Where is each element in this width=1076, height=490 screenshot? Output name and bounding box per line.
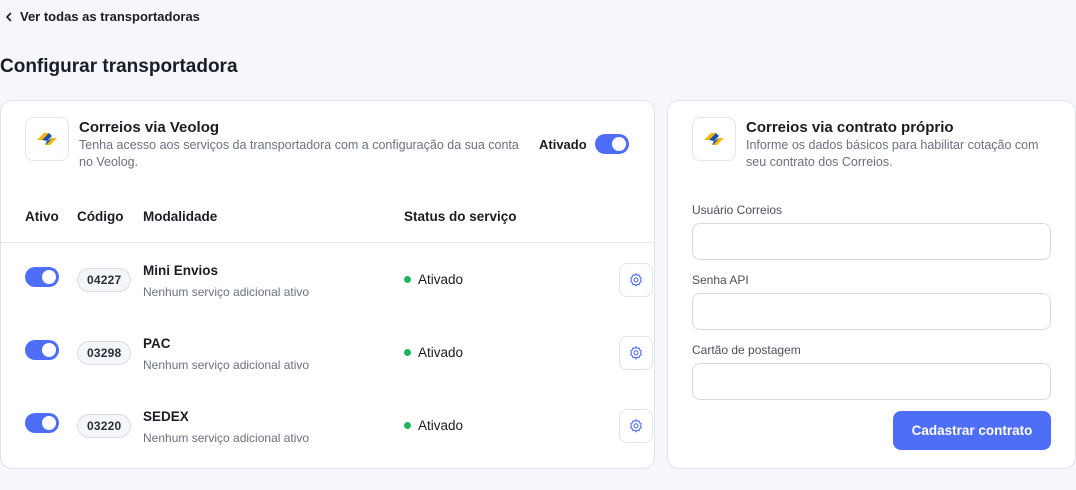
- service-code-badge: 03220: [77, 414, 132, 438]
- carrier-description: Informe os dados básicos para habilitar …: [746, 138, 1039, 169]
- veolog-master-toggle-group: Ativado: [539, 134, 629, 154]
- service-code-badge: 04227: [77, 268, 132, 292]
- service-toggle[interactable]: [25, 267, 59, 287]
- gear-icon: [630, 419, 642, 433]
- correios-logo-icon: [692, 117, 736, 161]
- table-row: 03298 PAC Nenhum serviço adicional ativo…: [1, 336, 654, 396]
- correios-user-label: Usuário Correios: [692, 203, 783, 217]
- chevron-left-icon: [6, 12, 12, 21]
- gear-icon: [630, 346, 642, 360]
- correios-logo-icon: [25, 117, 69, 161]
- header-status: Status do serviço: [404, 209, 517, 224]
- carrier-name: Correios via Veolog: [79, 119, 220, 136]
- service-code-badge: 03298: [77, 341, 132, 365]
- service-name: PAC: [143, 336, 171, 351]
- service-name: SEDEX: [143, 409, 189, 424]
- service-subtitle: Nenhum serviço adicional ativo: [143, 285, 310, 299]
- master-toggle-label: Ativado: [539, 136, 587, 152]
- veolog-card: Correios via Veolog Tenha acesso aos ser…: [0, 100, 655, 469]
- posting-card-label: Cartão de postagem: [692, 343, 801, 357]
- header-code: Código: [77, 209, 124, 224]
- service-toggle[interactable]: [25, 340, 59, 360]
- table-row: 03220 SEDEX Nenhum serviço adicional ati…: [1, 409, 654, 469]
- service-subtitle: Nenhum serviço adicional ativo: [143, 431, 310, 445]
- api-password-label: Senha API: [692, 273, 749, 287]
- correios-user-input[interactable]: [692, 223, 1051, 260]
- carrier-name: Correios via contrato próprio: [746, 119, 954, 136]
- posting-card-input[interactable]: [692, 363, 1051, 400]
- header-active: Ativo: [25, 209, 59, 224]
- service-settings-button[interactable]: [619, 409, 653, 443]
- service-settings-button[interactable]: [619, 336, 653, 370]
- veolog-master-toggle[interactable]: [594, 134, 629, 154]
- header-modality: Modalidade: [143, 209, 218, 224]
- status-dot-icon: [404, 349, 411, 356]
- service-status-label: Ativado: [418, 272, 464, 287]
- back-link[interactable]: Ver todas as transportadoras: [4, 9, 200, 24]
- service-subtitle: Nenhum serviço adicional ativo: [143, 358, 310, 372]
- service-settings-button[interactable]: [619, 263, 653, 297]
- contract-card: Correios via contrato próprio Informe os…: [667, 100, 1076, 469]
- table-divider: [1, 242, 654, 243]
- register-contract-button[interactable]: Cadastrar contrato: [893, 411, 1051, 450]
- service-status: Ativado: [404, 272, 463, 287]
- gear-icon: [630, 273, 642, 287]
- status-dot-icon: [404, 276, 411, 283]
- carrier-description: Tenha acesso aos serviços da transportad…: [79, 138, 519, 169]
- service-status: Ativado: [404, 345, 463, 360]
- api-password-input[interactable]: [692, 293, 1051, 330]
- table-row: 04227 Mini Envios Nenhum serviço adicion…: [1, 263, 654, 323]
- service-toggle[interactable]: [25, 413, 59, 433]
- status-dot-icon: [404, 422, 411, 429]
- page-title: Configurar transportadora: [0, 56, 238, 77]
- service-status-label: Ativado: [418, 345, 464, 360]
- service-name: Mini Envios: [143, 263, 219, 278]
- back-link-label: Ver todas as transportadoras: [20, 9, 200, 24]
- service-status-label: Ativado: [418, 418, 464, 433]
- service-status: Ativado: [404, 418, 463, 433]
